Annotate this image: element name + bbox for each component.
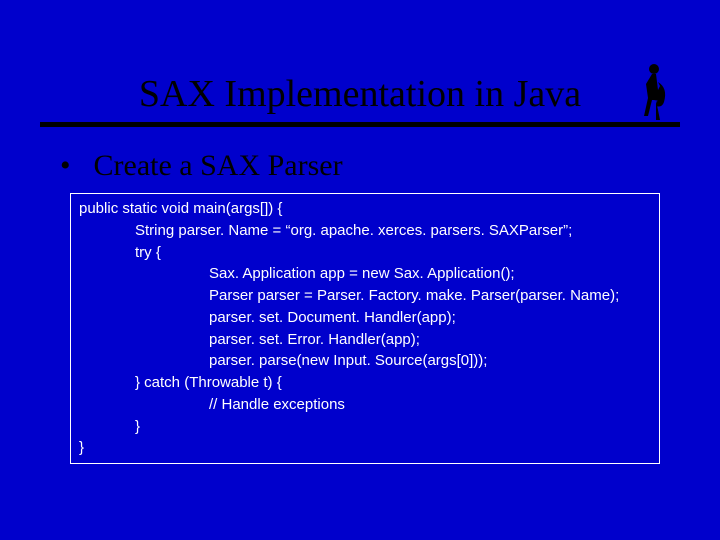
code-line: public static void main(args[]) { xyxy=(79,198,651,220)
code-line: // Handle exceptions xyxy=(79,394,651,416)
code-line: Parser parser = Parser. Factory. make. P… xyxy=(79,285,651,307)
title-area: SAX Implementation in Java xyxy=(0,0,720,127)
code-line: Sax. Application app = new Sax. Applicat… xyxy=(79,263,651,285)
content-area: • Create a SAX Parser public static void… xyxy=(0,127,720,464)
code-line: String parser. Name = “org. apache. xerc… xyxy=(79,220,651,242)
bullet-item: • Create a SAX Parser xyxy=(60,149,670,183)
code-line: try { xyxy=(79,242,651,264)
saxophonist-icon xyxy=(638,62,670,122)
code-line: parser. parse(new Input. Source(args[0])… xyxy=(79,350,651,372)
title-underline xyxy=(40,122,680,127)
code-line: parser. set. Document. Handler(app); xyxy=(79,307,651,329)
bullet-marker: • xyxy=(60,149,86,183)
code-line: } catch (Throwable t) { xyxy=(79,372,651,394)
bullet-text: Create a SAX Parser xyxy=(94,149,343,182)
code-line: } xyxy=(79,416,651,438)
code-line: parser. set. Error. Handler(app); xyxy=(79,329,651,351)
slide-title: SAX Implementation in Java xyxy=(139,72,581,122)
code-box: public static void main(args[]) { String… xyxy=(70,193,660,464)
code-line: } xyxy=(79,437,651,459)
